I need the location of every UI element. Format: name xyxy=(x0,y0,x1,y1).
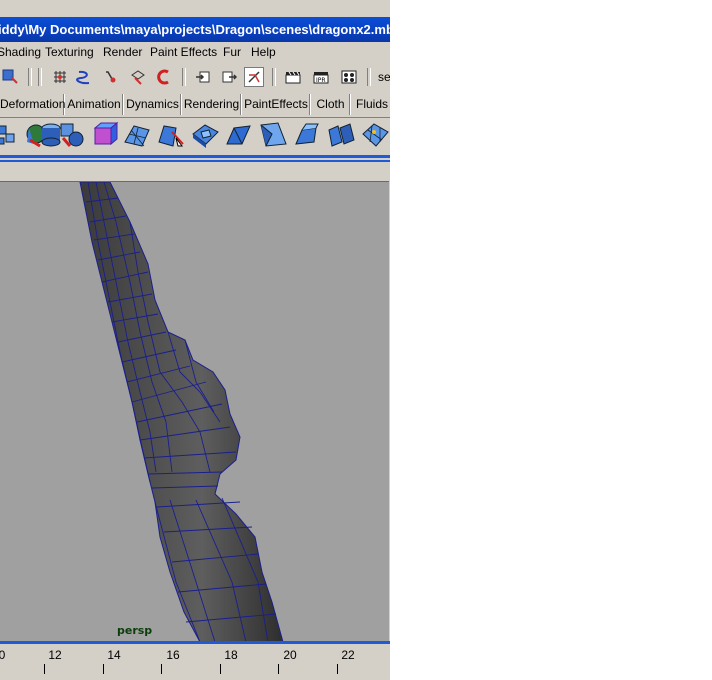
svg-text:IPR: IPR xyxy=(316,77,326,84)
menu-paint-effects[interactable]: Paint Effects xyxy=(150,45,217,59)
poly-split-icon[interactable] xyxy=(0,120,22,150)
menu-help[interactable]: Help xyxy=(251,45,276,59)
window-title: iddy\My Documents\maya\projects\Dragon\s… xyxy=(0,22,390,37)
menu-fur[interactable]: Fur xyxy=(223,45,241,59)
tab-dynamics[interactable]: Dynamics xyxy=(125,94,181,115)
frame-label: 22 xyxy=(341,648,355,662)
poly-select-face-icon[interactable] xyxy=(156,120,186,150)
select-by-component-icon[interactable] xyxy=(0,67,20,87)
poly-bevel-icon[interactable] xyxy=(190,120,220,150)
quick-select-field-label[interactable]: se xyxy=(378,70,390,84)
poly-smooth-icon[interactable] xyxy=(360,120,390,150)
polygon-shelf xyxy=(0,117,390,154)
dragon-wireframe-model xyxy=(79,182,284,642)
tab-rendering[interactable]: Rendering xyxy=(183,94,241,115)
tab-painteffects[interactable]: PaintEffects xyxy=(243,94,310,115)
frame-tick xyxy=(220,664,221,674)
toolbar-separator xyxy=(272,68,276,86)
tab-animation[interactable]: Animation xyxy=(66,94,123,115)
frame-tick xyxy=(337,664,338,674)
menu-bar: Shading Texturing Render Paint Effects F… xyxy=(0,42,390,62)
frame-label: 20 xyxy=(283,648,297,662)
poly-extrude-icon[interactable] xyxy=(57,120,87,150)
tab-deformation[interactable]: Deformation xyxy=(0,94,65,115)
perspective-viewport[interactable]: persp xyxy=(0,181,389,642)
frame-tick xyxy=(44,664,45,674)
tab-fluids[interactable]: Fluids xyxy=(352,94,390,115)
poly-cut-faces-icon[interactable] xyxy=(258,120,288,150)
frame-label: 16 xyxy=(166,648,180,662)
frame-label: 12 xyxy=(48,648,62,662)
shelf-tab-bar: Deformation Animation Dynamics Rendering… xyxy=(0,94,390,116)
frame-label: 14 xyxy=(107,648,121,662)
menu-texturing[interactable]: Texturing xyxy=(45,45,94,59)
poly-cube-icon[interactable] xyxy=(90,120,120,150)
tab-cloth[interactable]: Cloth xyxy=(312,94,350,115)
toolbar-separator xyxy=(28,68,32,86)
title-bar: iddy\My Documents\maya\projects\Dragon\s… xyxy=(0,17,390,42)
toolbar-separator xyxy=(367,68,371,86)
poly-plane-icon[interactable] xyxy=(122,120,152,150)
toolbar-separator xyxy=(182,68,186,86)
snap-to-point-icon[interactable] xyxy=(100,67,120,87)
shelf-divider xyxy=(0,155,390,162)
menu-render[interactable]: Render xyxy=(103,45,142,59)
poly-wedge-icon[interactable] xyxy=(224,120,254,150)
snap-to-grid-icon[interactable] xyxy=(50,67,70,87)
time-slider[interactable]: 0 12 14 16 18 20 22 xyxy=(0,644,390,680)
render-globals-icon[interactable] xyxy=(339,67,359,87)
frame-tick xyxy=(161,664,162,674)
poly-merge-icon[interactable] xyxy=(292,120,322,150)
menu-shading[interactable]: Shading xyxy=(0,45,41,59)
toolbar-separator xyxy=(38,68,42,86)
maya-window: iddy\My Documents\maya\projects\Dragon\s… xyxy=(0,0,390,680)
frame-tick xyxy=(278,664,279,674)
construction-history-icon[interactable] xyxy=(244,67,264,87)
make-live-magnet-icon[interactable] xyxy=(154,67,174,87)
render-frame-icon[interactable] xyxy=(283,67,303,87)
output-ops-icon[interactable] xyxy=(219,67,239,87)
frame-label: 0 xyxy=(0,648,6,662)
input-ops-icon[interactable] xyxy=(193,67,213,87)
ipr-render-icon[interactable]: IPR xyxy=(311,67,331,87)
camera-label: persp xyxy=(117,624,153,637)
poly-combine-icon[interactable] xyxy=(326,120,356,150)
snap-to-curve-icon[interactable] xyxy=(74,67,94,87)
status-line-toolbar: IPR se xyxy=(0,62,390,92)
frame-label: 18 xyxy=(224,648,238,662)
snap-to-view-plane-icon[interactable] xyxy=(128,67,148,87)
frame-tick xyxy=(103,664,104,674)
